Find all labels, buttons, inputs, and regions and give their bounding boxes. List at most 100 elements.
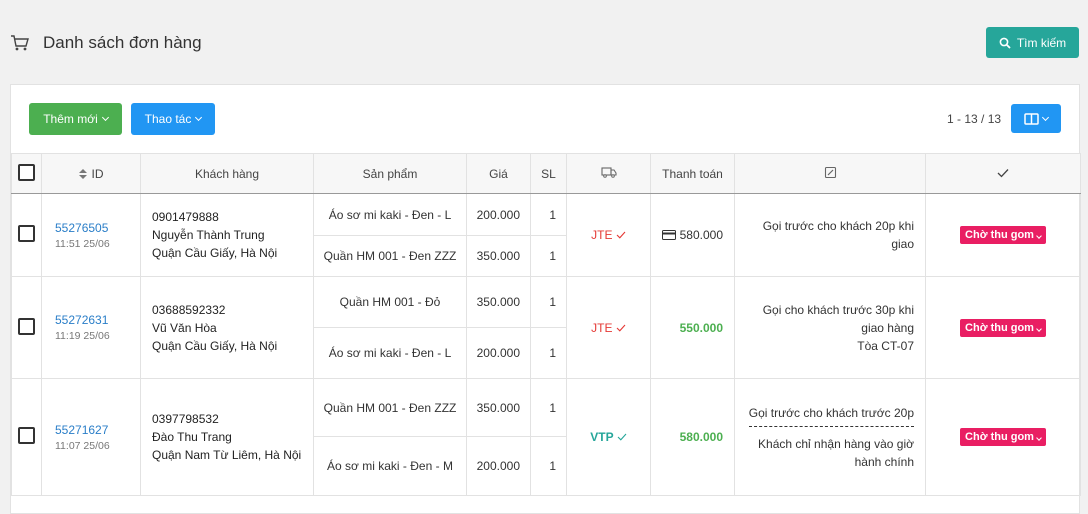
- order-id-link[interactable]: 55271627: [55, 423, 140, 437]
- search-button-label: Tìm kiếm: [1016, 35, 1067, 50]
- customer-phone: 0901479888: [152, 210, 219, 224]
- customer-name: Đào Thu Trang: [152, 430, 232, 444]
- chevron-down-icon: [1041, 113, 1050, 121]
- col-qty: SL: [530, 153, 567, 194]
- customer-address: Quận Cầu Giấy, Hà Nội: [152, 338, 278, 353]
- chevron-down-icon: [1036, 233, 1042, 239]
- product-qty: 1: [530, 436, 567, 496]
- order-id-link[interactable]: 55272631: [55, 313, 140, 327]
- col-status: [925, 153, 1081, 194]
- status-badge[interactable]: Chờ thu gom: [960, 428, 1046, 446]
- product-price: 200.000: [466, 436, 531, 496]
- carrier-name: VTP: [590, 430, 614, 444]
- orders-table: ID Khách hàng Sản phẩm Giá SL Thanh toán: [11, 153, 1081, 496]
- payment-amount: 580.000: [650, 378, 735, 496]
- product-name: Quần HM 001 - Đen ZZZ: [313, 378, 467, 437]
- product-name: Quần HM 001 - Đen ZZZ: [313, 235, 467, 277]
- status-badge[interactable]: Chờ thu gom: [960, 318, 1046, 337]
- search-button[interactable]: Tìm kiếm: [986, 27, 1079, 58]
- customer-address: Quận Nam Từ Liêm, Hà Nội: [152, 448, 302, 462]
- payment-cell: 580.000: [650, 193, 735, 277]
- pagination-info: 1 - 13 / 13: [947, 112, 1002, 126]
- columns-icon: [1024, 112, 1039, 125]
- search-icon: [999, 37, 1011, 49]
- status-label: Chờ thu gom: [965, 321, 1034, 334]
- row-checkbox[interactable]: [18, 317, 35, 335]
- note-line: hành chính: [854, 454, 914, 469]
- table-row[interactable]: 55276505 11:51 25/06 0901479888 Nguyễn Thà…: [11, 193, 1081, 277]
- status-badge[interactable]: Chờ thu gom: [960, 226, 1046, 244]
- cart-icon: [11, 35, 29, 51]
- carrier-cell: JTE: [566, 276, 651, 379]
- check-icon: [997, 168, 1009, 177]
- page-header: Danh sách đơn hàng Tìm kiếm: [0, 0, 1088, 84]
- product-qty: 1: [530, 327, 567, 379]
- row-checkbox[interactable]: [18, 225, 35, 242]
- status-label: Chờ thu gom: [965, 229, 1034, 241]
- product-price: 200.000: [466, 327, 531, 379]
- col-id[interactable]: ID: [41, 153, 141, 194]
- customer-phone: 0397798532: [152, 412, 219, 426]
- add-new-label: Thêm mới: [43, 112, 98, 126]
- product-qty: 1: [530, 193, 567, 236]
- product-name: Quần HM 001 - Đỏ: [313, 276, 467, 328]
- col-id-label: ID: [91, 166, 104, 181]
- note-line: Tòa CT-07: [857, 338, 914, 353]
- status-label: Chờ thu gom: [965, 431, 1034, 443]
- payment-amount: 580.000: [679, 228, 723, 242]
- customer-name: Nguyễn Thành Trung: [152, 228, 265, 242]
- carrier-cell: JTE: [566, 193, 651, 277]
- column-toggle-button[interactable]: [1011, 104, 1061, 133]
- select-all-checkbox[interactable]: [18, 163, 35, 181]
- product-name: Áo sơ mi kaki - Đen - L: [313, 193, 467, 236]
- actions-label: Thao tác: [144, 112, 192, 126]
- note-icon: [824, 166, 836, 178]
- col-note: [734, 153, 926, 194]
- check-icon: [616, 324, 626, 332]
- chevron-down-icon: [1036, 325, 1042, 332]
- col-customer: Khách hàng: [140, 153, 314, 194]
- note-line: Gọi trước cho khách trước 20p: [748, 404, 914, 427]
- order-note: Gọi trước cho khách 20p khi giao: [734, 193, 926, 277]
- actions-dropdown-button[interactable]: Thao tác: [131, 103, 215, 135]
- order-note: Gọi trước cho khách trước 20p Khách chỉ n…: [734, 378, 926, 496]
- check-icon: [617, 433, 627, 441]
- product-price: 350.000: [466, 378, 531, 437]
- col-payment: Thanh toán: [650, 153, 735, 194]
- note-line: giao: [891, 237, 914, 251]
- product-price: 200.000: [466, 193, 531, 236]
- order-time: 11:51 25/06: [55, 237, 110, 250]
- sort-icon: [78, 168, 87, 179]
- customer-name: Vũ Văn Hòa: [152, 320, 217, 335]
- customer-phone: 03688592332: [152, 302, 226, 317]
- note-line: Gọi trước cho khách 20p khi: [762, 219, 914, 233]
- order-time: 11:07 25/06: [55, 439, 110, 452]
- product-qty: 1: [530, 235, 567, 277]
- order-id-link[interactable]: 55276505: [55, 221, 140, 235]
- page-title: Danh sách đơn hàng: [43, 33, 202, 52]
- carrier-cell: VTP: [566, 378, 651, 496]
- col-shipping: [566, 153, 651, 194]
- product-price: 350.000: [466, 235, 531, 277]
- select-all-cell: [11, 153, 42, 194]
- product-qty: 1: [530, 378, 567, 437]
- note-line: Khách chỉ nhận hàng vào giờ: [758, 436, 914, 451]
- orders-panel: Thêm mới Thao tác 1 - 13 / 13 ID Khách h…: [10, 84, 1081, 514]
- col-product: Sản phẩm: [313, 153, 467, 194]
- chevron-down-icon: [101, 113, 109, 122]
- carrier-name: JTE: [591, 320, 613, 335]
- table-row[interactable]: 55272631 11:19 25/06 03688592332 Vũ Văn Hò…: [11, 276, 1081, 379]
- order-time: 11:19 25/06: [55, 330, 110, 342]
- table-row[interactable]: 55271627 11:07 25/06 0397798532 Đào Thu Tr…: [11, 378, 1081, 496]
- payment-amount: 550.000: [650, 276, 735, 379]
- product-price: 350.000: [466, 276, 531, 328]
- carrier-name: JTE: [591, 228, 613, 242]
- note-line: Gọi cho khách trước 30p khi: [762, 302, 914, 317]
- chevron-down-icon: [195, 113, 203, 122]
- row-checkbox[interactable]: [18, 427, 35, 444]
- add-new-button[interactable]: Thêm mới: [29, 103, 122, 135]
- col-price: Giá: [466, 153, 531, 194]
- product-name: Áo sơ mi kaki - Đen - L: [313, 327, 467, 379]
- product-name: Áo sơ mi kaki - Đen - M: [313, 436, 467, 496]
- truck-icon: [600, 167, 617, 178]
